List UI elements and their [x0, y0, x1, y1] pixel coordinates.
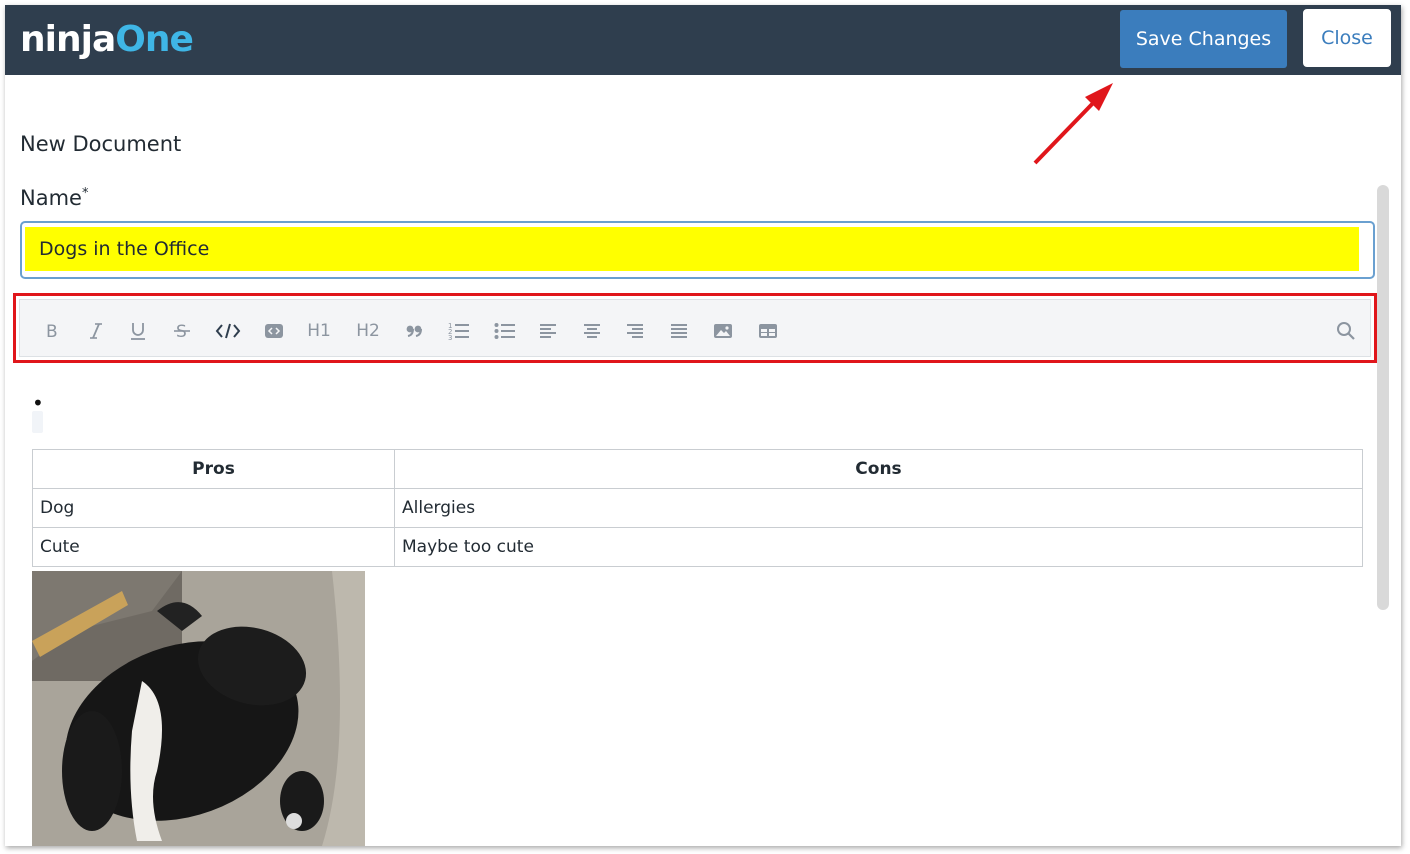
table-row: Cute Maybe too cute	[32, 527, 1363, 567]
table-cell[interactable]: Dog	[32, 488, 395, 528]
underline-icon	[131, 323, 145, 340]
quote-button[interactable]	[402, 318, 426, 344]
heading-2-button[interactable]: H2	[352, 318, 384, 344]
bullet-list-button[interactable]	[492, 318, 518, 344]
header-bar: ninjaOne Save Changes Close	[5, 5, 1401, 75]
table-header-row: Pros Cons	[32, 449, 1363, 489]
required-asterisk: *	[81, 186, 89, 201]
editor-toolbar: B S H1 H2 123	[19, 299, 1371, 357]
logo-text-one: One	[115, 19, 194, 60]
code-block-button[interactable]	[262, 318, 286, 344]
bullet-list-icon	[494, 323, 515, 339]
vertical-scrollbar[interactable]	[1377, 185, 1389, 610]
italic-button[interactable]	[84, 318, 108, 344]
strikethrough-icon: S	[174, 322, 190, 341]
empty-paragraph[interactable]	[32, 411, 43, 433]
table-cell[interactable]: Cute	[32, 527, 395, 567]
underline-button[interactable]	[126, 318, 150, 344]
ordered-list-icon: 123	[448, 322, 469, 341]
name-field[interactable]	[25, 227, 1359, 271]
ninjaone-logo: ninjaOne	[20, 19, 194, 61]
align-justify-icon	[671, 324, 687, 338]
search-icon	[1337, 322, 1355, 340]
logo-text-ninja: ninja	[20, 19, 116, 60]
bold-icon: B	[46, 322, 58, 340]
align-left-button[interactable]	[536, 318, 560, 344]
align-left-icon	[540, 324, 556, 338]
editor-toolbar-highlight: B S H1 H2 123	[13, 293, 1377, 363]
insert-image-button[interactable]	[710, 318, 736, 344]
align-center-button[interactable]	[580, 318, 604, 344]
name-field-container	[20, 221, 1375, 279]
code-icon	[215, 323, 241, 339]
find-button[interactable]	[1334, 318, 1358, 344]
close-button[interactable]: Close	[1303, 9, 1391, 67]
insert-table-button[interactable]	[755, 318, 781, 344]
quote-icon	[406, 325, 422, 337]
name-label-text: Name	[20, 186, 82, 210]
italic-icon	[90, 323, 102, 339]
align-justify-button[interactable]	[667, 318, 691, 344]
strikethrough-button[interactable]: S	[170, 318, 194, 344]
app-window: ninjaOne Save Changes Close New Document…	[5, 5, 1401, 846]
bold-button[interactable]: B	[40, 318, 64, 344]
table-header-cell[interactable]: Pros	[32, 449, 395, 489]
dog-photo[interactable]	[32, 571, 365, 846]
table-cell[interactable]: Allergies	[394, 488, 1363, 528]
pros-cons-table[interactable]: Pros Cons Dog Allergies Cute Maybe too c…	[32, 449, 1363, 567]
annotation-arrow	[1033, 83, 1113, 165]
table-row: Dog Allergies	[32, 488, 1363, 528]
image-icon	[714, 324, 732, 338]
heading-1-button[interactable]: H1	[304, 318, 334, 344]
align-right-button[interactable]	[623, 318, 647, 344]
svg-text:B: B	[46, 322, 58, 340]
name-label: Name*	[20, 186, 88, 210]
align-right-icon	[627, 324, 643, 338]
ordered-list-button[interactable]: 123	[446, 318, 472, 344]
code-button[interactable]	[214, 318, 242, 344]
table-header-cell[interactable]: Cons	[394, 449, 1363, 489]
save-changes-button[interactable]: Save Changes	[1120, 10, 1287, 68]
page-title: New Document	[20, 132, 182, 156]
code-block-icon	[265, 324, 283, 338]
table-cell[interactable]: Maybe too cute	[394, 527, 1363, 567]
table-icon	[759, 324, 777, 338]
svg-text:3: 3	[448, 334, 452, 341]
align-center-icon	[584, 324, 600, 338]
